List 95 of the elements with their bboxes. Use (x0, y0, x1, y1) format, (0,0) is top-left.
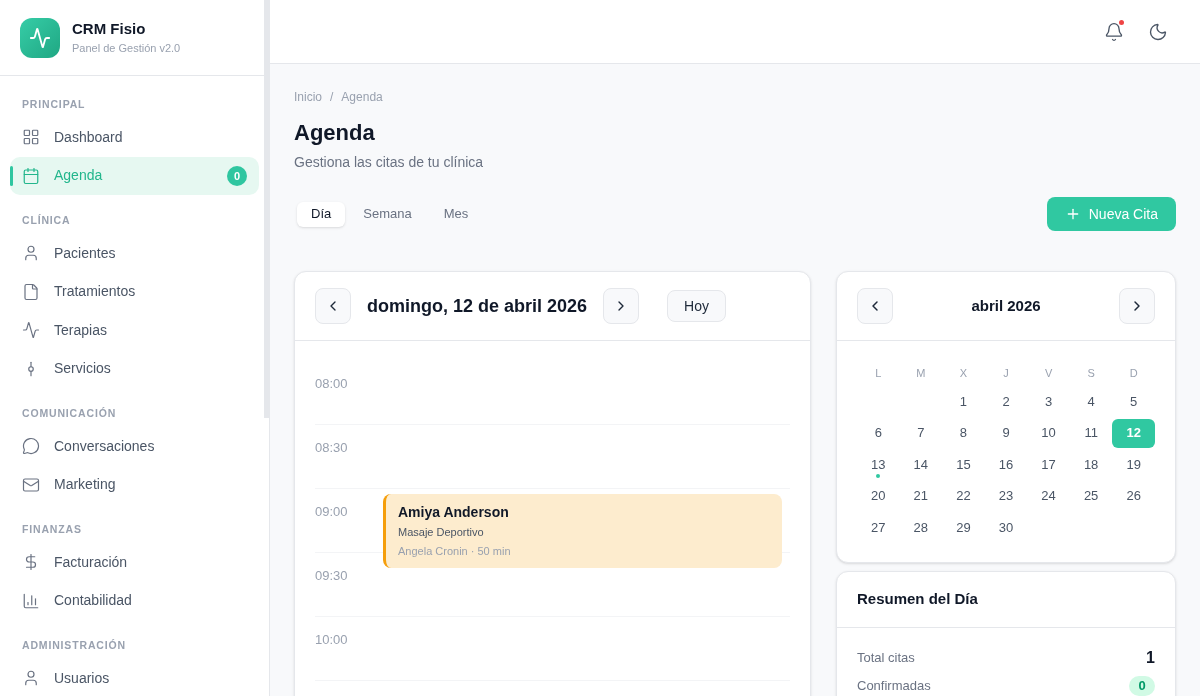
scrollbar-thumb[interactable] (264, 0, 269, 418)
calendar-day[interactable]: 15 (942, 450, 985, 479)
calendar-day[interactable]: 8 (942, 418, 985, 448)
calendar-day[interactable]: 19 (1112, 450, 1155, 479)
section-label: COMUNICACIÓN (22, 406, 117, 421)
section-label: ADMINISTRACIÓN (22, 638, 126, 653)
nav-item[interactable]: Marketing (10, 465, 259, 504)
breadcrumb-separator: / (330, 89, 334, 105)
section-label: PRINCIPAL (22, 97, 86, 112)
weekday-label: X (959, 366, 968, 381)
calendar-day[interactable]: 1 (942, 387, 985, 416)
time-label: 09:30 (315, 568, 348, 583)
calendar-day[interactable]: 28 (899, 513, 943, 542)
nav-item[interactable]: Servicios (10, 349, 259, 388)
brand-name: CRM Fisio (72, 19, 147, 39)
nav-item[interactable]: Pacientes (10, 234, 259, 273)
weekday-label: S (1087, 366, 1095, 381)
calendar-day[interactable]: 7 (899, 418, 943, 448)
calendar-day[interactable]: 4 (1069, 387, 1113, 416)
nav-item[interactable]: Tratamientos (10, 272, 259, 311)
nav-item[interactable]: Terapias (10, 311, 259, 350)
time-label: 09:00 (315, 504, 348, 519)
calendar-day[interactable]: 25 (1069, 481, 1113, 511)
grid-icon (22, 128, 40, 147)
brand-subtitle: Panel de Gestión v2.0 (72, 41, 181, 56)
calendar-day[interactable]: 10 (1027, 418, 1070, 448)
bar-chart-icon (22, 591, 40, 610)
weekday-label: D (1129, 366, 1138, 381)
page-title: Agenda (294, 119, 376, 147)
appointment-card[interactable]: Amiya Anderson Masaje Deportivo Angela Cronin · 50 min (383, 494, 782, 568)
nav-item[interactable]: Conversaciones (10, 427, 259, 466)
view-tab[interactable]: Semana (349, 201, 426, 227)
calendar-day[interactable]: 2 (984, 387, 1028, 416)
active-indicator (10, 165, 13, 186)
envelope-icon (22, 475, 40, 494)
nav-item[interactable]: Usuarios (10, 659, 259, 696)
appointment-detail: Angela Cronin · 50 min (398, 544, 511, 559)
nav-item[interactable]: Dashboard (10, 118, 259, 157)
person-icon (22, 244, 40, 263)
time-label: 10:00 (315, 632, 348, 647)
calendar-day[interactable]: 21 (899, 481, 943, 511)
pulse-icon (22, 321, 40, 340)
section-label: CLÍNICA (22, 213, 71, 228)
calendar-day[interactable]: 13 (857, 450, 900, 479)
calendar-day[interactable]: 23 (984, 481, 1028, 511)
chat-bubble-icon (22, 437, 40, 456)
calendar-day[interactable]: 27 (857, 513, 900, 542)
count-badge: 0 (227, 165, 247, 186)
count-badge: 0 (1129, 676, 1155, 696)
next-month-button[interactable] (1119, 288, 1155, 324)
calendar-day[interactable]: 30 (984, 513, 1028, 542)
time-label: 08:30 (315, 440, 348, 455)
section-label: FINANZAS (22, 522, 82, 537)
month-title: abril 2026 (971, 295, 1041, 316)
calendar-day[interactable]: 5 (1112, 387, 1155, 416)
calendar-day[interactable]: 26 (1112, 481, 1155, 511)
next-day-button[interactable] (603, 288, 640, 324)
calendar-day[interactable]: 3 (1027, 387, 1070, 416)
summary-value: 1 (1146, 648, 1155, 668)
previous-day-button[interactable] (315, 288, 351, 324)
calendar-day[interactable]: 14 (899, 450, 943, 479)
calendar-day[interactable]: 20 (857, 481, 900, 511)
weekday-label: M (916, 366, 926, 381)
bell-icon (1104, 21, 1124, 42)
document-icon (22, 282, 40, 301)
calendar-day[interactable]: 11 (1069, 418, 1113, 448)
service-name: Masaje Deportivo (398, 525, 484, 540)
person-icon (22, 669, 40, 688)
weekday-label: J (1003, 366, 1009, 381)
nav-item[interactable]: Facturación (10, 543, 259, 582)
summary-label: Total citas (857, 650, 915, 666)
weekday-label: L (875, 366, 882, 381)
moon-icon (1148, 21, 1168, 42)
weekday-label: V (1044, 366, 1053, 381)
logo-icon (20, 17, 60, 58)
time-label: 08:00 (315, 376, 348, 391)
calendar-day[interactable]: 18 (1069, 450, 1113, 479)
calendar-icon (22, 166, 40, 185)
page-subtitle: Gestiona las citas de tu clínica (294, 153, 485, 172)
calendar-day[interactable]: 24 (1027, 481, 1070, 511)
calendar-day[interactable]: 17 (1027, 450, 1070, 479)
calendar-day[interactable]: 6 (857, 418, 900, 448)
nav-item[interactable]: Contabilidad (10, 581, 259, 620)
calendar-day[interactable]: 16 (984, 450, 1028, 479)
day-title: domingo, 12 de abril 2026 (367, 294, 588, 318)
patient-name: Amiya Anderson (398, 503, 509, 522)
calendar-day[interactable]: 22 (942, 481, 985, 511)
view-tab[interactable]: Día (297, 201, 346, 227)
today-button[interactable]: Hoy (667, 290, 726, 322)
view-tab[interactable]: Mes (429, 201, 483, 227)
calendar-day[interactable]: 9 (984, 418, 1028, 448)
summary-title: Resumen del Día (857, 589, 978, 610)
calendar-day[interactable]: 29 (942, 513, 985, 542)
summary-label: Confirmadas (857, 678, 931, 694)
previous-month-button[interactable] (857, 288, 893, 324)
